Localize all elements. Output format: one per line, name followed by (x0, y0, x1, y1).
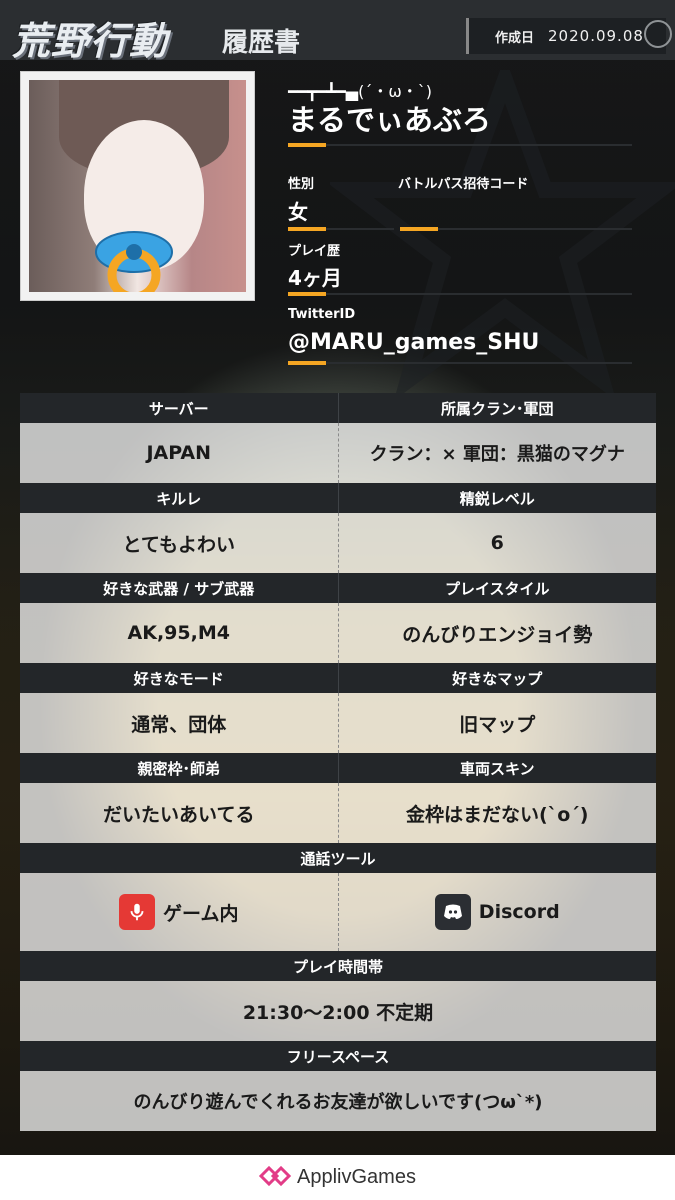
free-space-label: フリースペース (286, 1047, 390, 1066)
invite-underline-accent (400, 227, 438, 231)
gender-underline-accent (288, 227, 326, 231)
game-logo: 荒野行動 (12, 19, 169, 63)
elite-level-value: 6 (337, 513, 657, 573)
gender-value: 女 (288, 200, 308, 224)
table-row-header: 好きなモード 好きなマップ (20, 663, 656, 693)
elite-level-label: 精鋭レベル (337, 483, 657, 513)
call-tool-label: 通話ツール (300, 849, 376, 868)
weapon-value: AK,95,M4 (127, 622, 230, 644)
call-tool-discord-label: Discord (478, 901, 560, 923)
gender-label: 性別 (288, 177, 315, 192)
table-row-header: プレイ時間帯 (20, 951, 656, 981)
creation-date-box: 作成日 2020.09.08 (466, 18, 666, 54)
play-history-value: 4ヶ月 (288, 266, 342, 290)
table-row: 21:30～2:00 不定期 (20, 981, 656, 1041)
kill-ratio-label: キルレ (156, 489, 202, 508)
emblem-stamp-icon (644, 20, 672, 48)
date-value: 2020.09.08 (548, 27, 644, 45)
twitter-id-value: @MARU_games_SHU (288, 330, 540, 355)
table-row: 通常、団体 旧マップ (20, 693, 656, 753)
call-tool-discord: Discord (337, 873, 657, 951)
clan-value: クラン：× 軍団：黒猫のマグナ (337, 423, 657, 483)
invite-code-label: バトルパス招待コード (398, 177, 529, 192)
name-underline-accent (288, 143, 326, 147)
mode-value: 通常、団体 (131, 713, 227, 736)
vehicle-skin-label: 車両スキン (337, 753, 657, 783)
table-row: ゲーム内 Discord (20, 873, 656, 951)
table-row: とてもよわい 6 (20, 513, 656, 573)
table-row: だいたいあいてる 金枠はまだない(`o´) (20, 783, 656, 843)
avatar (20, 71, 255, 301)
discord-icon (434, 894, 471, 930)
table-row: JAPAN クラン：× 軍団：黒猫のマグナ (20, 423, 656, 483)
close-friend-value: だいたいあいてる (103, 803, 255, 826)
invite-underline (438, 228, 632, 230)
call-tool-ingame: ゲーム内 (20, 873, 338, 951)
server-value: JAPAN (146, 442, 212, 464)
table-row-header: フリースペース (20, 1041, 656, 1071)
microphone-icon (119, 894, 156, 930)
table-row: AK,95,M4 のんびりエンジョイ勢 (20, 603, 656, 663)
vehicle-skin-value: 金枠はまだない(`o´) (337, 783, 657, 843)
date-label: 作成日 (495, 30, 535, 46)
table-row-header: サーバー 所属クラン･軍団 (20, 393, 656, 423)
history-underline (326, 293, 632, 295)
twitter-underline-accent (288, 361, 326, 365)
call-tool-ingame-label: ゲーム内 (163, 902, 239, 925)
clan-label: 所属クラン･軍団 (337, 393, 657, 423)
twitter-underline (326, 362, 632, 364)
close-friend-label: 親密枠･師弟 (137, 759, 220, 778)
kill-ratio-value: とてもよわい (122, 533, 235, 556)
footer-brand[interactable]: ApplivGames (297, 1166, 416, 1189)
table-row: のんびり遊んでくれるお友達が欲しいです(つω`*) (20, 1071, 656, 1131)
twitter-label: TwitterID (288, 307, 356, 322)
play-style-value: のんびりエンジョイ勢 (337, 603, 657, 663)
weapon-label: 好きな武器 / サブ武器 (103, 579, 255, 598)
pacifier-icon (94, 230, 174, 292)
table-row-header: 好きな武器 / サブ武器 プレイスタイル (20, 573, 656, 603)
table-row-header: 通話ツール (20, 843, 656, 873)
mode-label: 好きなモード (133, 669, 224, 688)
map-value: 旧マップ (337, 693, 657, 753)
applivgames-logo-icon (258, 1164, 292, 1192)
table-row-header: 親密枠･師弟 車両スキン (20, 753, 656, 783)
table-row-header: キルレ 精鋭レベル (20, 483, 656, 513)
play-time-label: プレイ時間帯 (292, 957, 383, 976)
play-history-label: プレイ歴 (288, 244, 341, 259)
footer: ApplivGames (0, 1155, 675, 1200)
play-style-label: プレイスタイル (337, 573, 657, 603)
play-time-value: 21:30～2:00 不定期 (242, 1001, 434, 1024)
map-label: 好きなマップ (337, 663, 657, 693)
avatar-photo (29, 80, 246, 292)
gender-underline (326, 228, 394, 230)
page-title: 履歴書 (222, 28, 301, 58)
free-space-value: のんびり遊んでくれるお友達が欲しいです(つω`*) (133, 1092, 543, 1113)
resume-table: サーバー 所属クラン･軍団 JAPAN クラン：× 軍団：黒猫のマグナ キルレ … (20, 393, 656, 1131)
name-underline (326, 144, 632, 146)
player-name: まるでぃあぶろ (288, 103, 492, 137)
history-underline-accent (288, 292, 326, 296)
server-label: サーバー (148, 399, 209, 418)
